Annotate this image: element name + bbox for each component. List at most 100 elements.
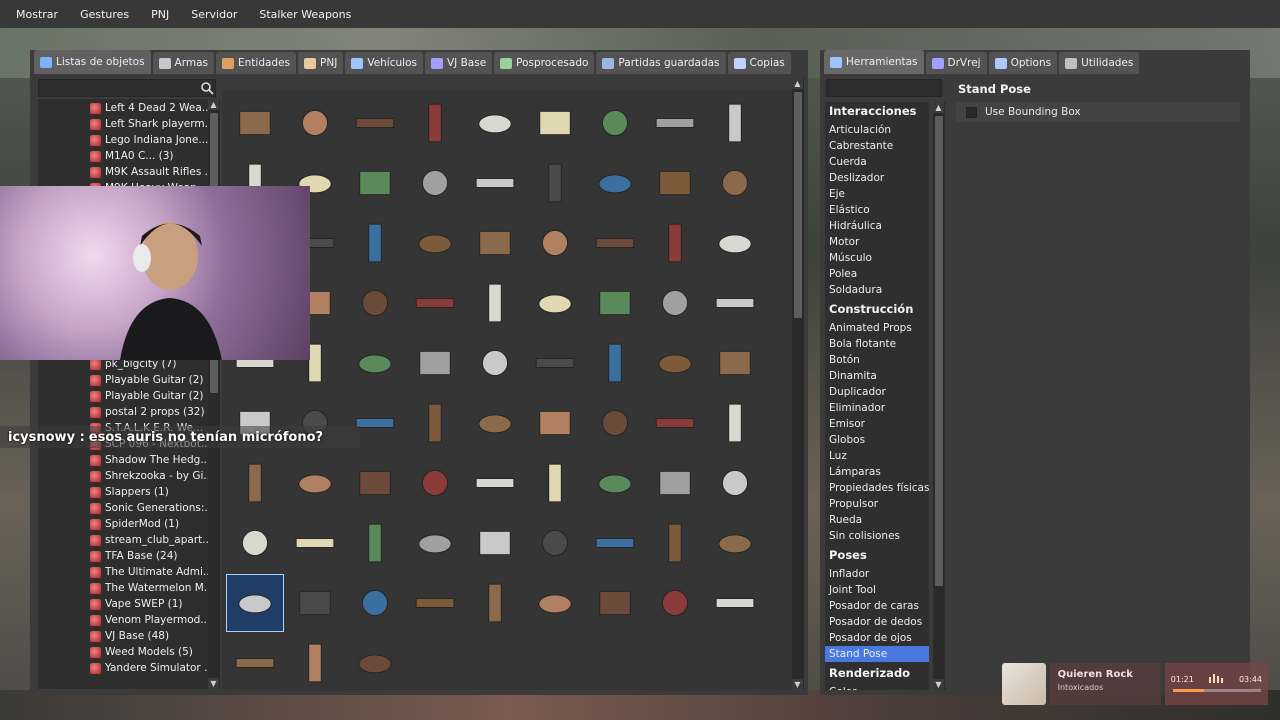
menu-servidor[interactable]: Servidor [180, 8, 248, 21]
prop-thumbnail[interactable] [466, 214, 524, 272]
prop-thumbnail[interactable] [706, 214, 764, 272]
prop-thumbnail[interactable] [646, 574, 704, 632]
prop-thumbnail[interactable] [646, 334, 704, 392]
prop-thumbnail[interactable] [586, 154, 644, 212]
prop-thumbnail[interactable] [346, 154, 404, 212]
tool-deslizador[interactable]: Deslizador [829, 172, 884, 184]
prop-thumbnail[interactable] [346, 634, 404, 690]
tab-posprocesado[interactable]: Posprocesado [494, 52, 595, 74]
tool-posador-de-ojos[interactable]: Posador de ojos [829, 632, 912, 644]
tool-globos[interactable]: Globos [829, 434, 865, 446]
tree-item[interactable]: Venom Playermod... [90, 612, 208, 628]
prop-thumbnail[interactable] [526, 274, 584, 332]
tool-articulacion[interactable]: Articulación [829, 124, 891, 136]
prop-thumbnail[interactable] [406, 334, 464, 392]
tree-item[interactable]: Playable Guitar (2) [90, 388, 204, 404]
prop-thumbnail[interactable] [466, 574, 524, 632]
tool-cabrestante[interactable]: Cabrestante [829, 140, 893, 152]
prop-thumbnail[interactable] [466, 334, 524, 392]
toollist-scrollbar[interactable]: ▲ ▼ [933, 102, 945, 690]
tab-partidas-guardadas[interactable]: Partidas guardadas [596, 52, 726, 74]
prop-thumbnail[interactable] [226, 634, 284, 690]
prop-thumbnail[interactable] [706, 514, 764, 572]
prop-thumbnail[interactable] [706, 94, 764, 152]
prop-thumbnail[interactable] [286, 634, 344, 690]
prop-thumbnail[interactable] [466, 454, 524, 512]
tree-item[interactable]: Playable Guitar (2) [90, 372, 204, 388]
tree-item[interactable]: Yandere Simulator ... [90, 660, 208, 676]
scroll-up-arrow[interactable]: ▲ [208, 99, 219, 110]
prop-thumbnail[interactable] [226, 514, 284, 572]
scroll-down-arrow[interactable]: ▼ [933, 679, 944, 690]
tab-armas[interactable]: Armas [152, 52, 214, 74]
prop-thumbnail[interactable] [526, 334, 584, 392]
prop-thumbnail[interactable] [646, 514, 704, 572]
tool-search-input[interactable] [826, 79, 942, 97]
prop-thumbnail[interactable] [346, 274, 404, 332]
prop-thumbnail[interactable] [346, 514, 404, 572]
prop-thumbnail[interactable] [586, 574, 644, 632]
tree-item[interactable]: Lego Indiana Jone... [90, 132, 208, 148]
tool-bola-flotante[interactable]: Bola flotante [829, 338, 896, 350]
tab-utilidades[interactable]: Utilidades [1059, 52, 1140, 74]
grid-scrollbar[interactable]: ▲ ▼ [792, 78, 804, 690]
tool-joint-tool[interactable]: Joint Tool [829, 584, 876, 596]
prop-thumbnail[interactable] [706, 334, 764, 392]
toollist-scroll-thumb[interactable] [935, 116, 943, 586]
tab-entidades[interactable]: Entidades [216, 52, 297, 74]
tool-propiedades-fisicas[interactable]: Propiedades físicas [829, 482, 929, 494]
prop-thumbnail[interactable] [586, 514, 644, 572]
prop-thumbnail[interactable] [646, 394, 704, 452]
prop-thumbnail[interactable] [466, 394, 524, 452]
tool-eliminador[interactable]: Eliminador [829, 402, 885, 414]
prop-thumbnail[interactable] [646, 274, 704, 332]
scroll-up-arrow[interactable]: ▲ [933, 102, 944, 113]
menu-gestures[interactable]: Gestures [69, 8, 140, 21]
prop-thumbnail[interactable] [706, 274, 764, 332]
prop-thumbnail[interactable] [286, 514, 344, 572]
tree-item[interactable]: M9K Assault Rifles ... [90, 164, 208, 180]
prop-thumbnail[interactable] [646, 454, 704, 512]
tool-posador-de-caras[interactable]: Posador de caras [829, 600, 919, 612]
tool-color[interactable]: Color [829, 686, 856, 690]
tool-hidraulica[interactable]: Hidráulica [829, 220, 882, 232]
prop-thumbnail[interactable] [346, 94, 404, 152]
prop-thumbnail[interactable] [346, 214, 404, 272]
prop-thumbnail[interactable] [526, 454, 584, 512]
tab-listas-de-objetos[interactable]: Listas de objetos [34, 50, 151, 74]
tool-emisor[interactable]: Emisor [829, 418, 865, 430]
tree-item[interactable]: Shadow The Hedg... [90, 452, 208, 468]
tab-vj-base[interactable]: VJ Base [424, 52, 493, 74]
tool-posador-de-dedos[interactable]: Posador de dedos [829, 616, 922, 628]
tree-item[interactable]: The Ultimate Admi... [90, 564, 208, 580]
tab-vehiculos[interactable]: Vehículos [345, 52, 423, 74]
scroll-down-arrow[interactable]: ▼ [792, 679, 803, 690]
tool-musculo[interactable]: Músculo [829, 252, 872, 264]
prop-thumbnail[interactable] [406, 214, 464, 272]
prop-thumbnail[interactable] [466, 154, 524, 212]
prop-thumbnail[interactable] [586, 394, 644, 452]
use-bounding-box-row[interactable]: Use Bounding Box [956, 102, 1240, 122]
tree-item[interactable]: stream_club_apart... [90, 532, 208, 548]
prop-thumbnail[interactable] [466, 94, 524, 152]
prop-thumbnail[interactable] [706, 574, 764, 632]
tree-item[interactable]: M1A0 C... (3) [90, 148, 174, 164]
prop-thumbnail[interactable] [526, 154, 584, 212]
prop-thumbnail[interactable] [406, 574, 464, 632]
tree-item[interactable]: TFA Base (24) [90, 548, 177, 564]
tab-pnj[interactable]: PNJ [298, 52, 344, 74]
tree-item[interactable]: Left 4 Dead 2 Wea... [90, 100, 208, 116]
tree-item[interactable]: Weed Models (5) [90, 644, 193, 660]
tool-boton[interactable]: Botón [829, 354, 860, 366]
tab-herramientas[interactable]: Herramientas [824, 50, 924, 74]
prop-thumbnail[interactable] [226, 574, 284, 632]
prop-thumbnail[interactable] [466, 514, 524, 572]
prop-thumbnail[interactable] [706, 454, 764, 512]
prop-thumbnail[interactable] [286, 454, 344, 512]
tree-item[interactable]: Shrekzooka - by Gi... [90, 468, 208, 484]
prop-thumbnail[interactable] [346, 334, 404, 392]
prop-thumbnail[interactable] [346, 454, 404, 512]
prop-thumbnail[interactable] [466, 274, 524, 332]
tool-rueda[interactable]: Rueda [829, 514, 862, 526]
tree-item[interactable]: VJ Base (48) [90, 628, 169, 644]
